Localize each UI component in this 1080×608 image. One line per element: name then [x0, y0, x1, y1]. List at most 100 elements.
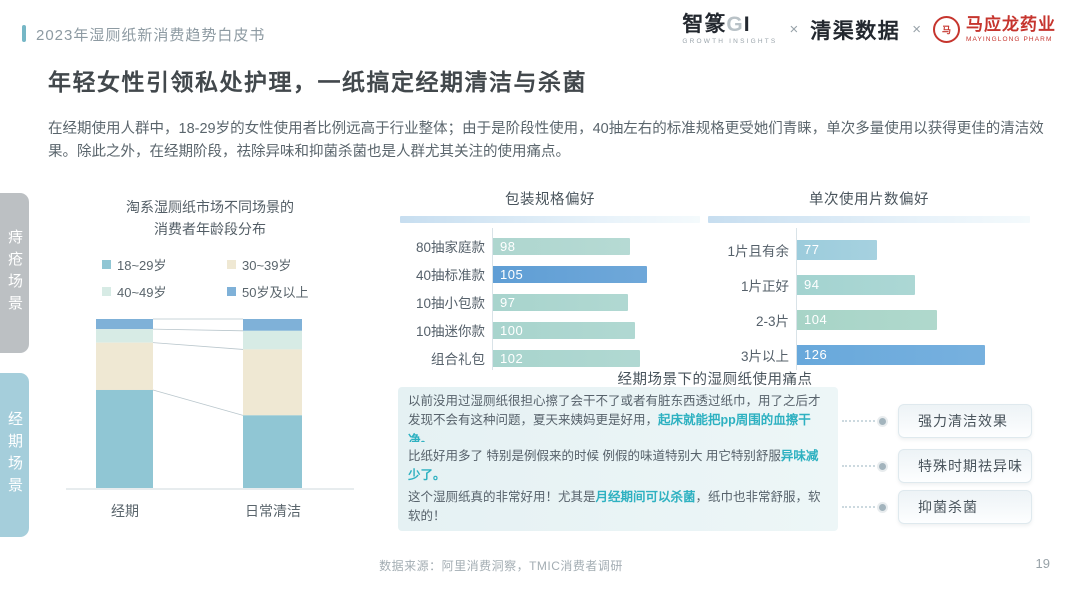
sidebar-tab-hemorrhoid-scene[interactable]: 痔疮场景: [0, 193, 29, 353]
legend-swatch: [227, 287, 236, 296]
age-distribution-chart: 淘系湿厕纸市场不同场景的 消费者年龄段分布 18~29岁 30~39岁 40~49岁…: [60, 196, 360, 526]
connector-line: [153, 390, 243, 415]
bar: 104: [796, 310, 937, 330]
sheets-per-use-chart: 单次使用片数偏好 1片且有余771片正好942-3片1043片以上126: [708, 188, 1030, 378]
dotted-connector: [842, 420, 875, 422]
page-title: 年轻女性引领私处护理，一纸搞定经期清洁与杀菌: [48, 63, 587, 97]
bar: 94: [796, 275, 915, 295]
bar-category-label: 2-3片: [708, 310, 796, 330]
stacked-segment-18~29岁: [96, 390, 153, 488]
legend-label: 40~49岁: [117, 282, 167, 301]
legend-swatch: [102, 287, 111, 296]
y-axis-line: [492, 228, 493, 370]
bar-value-label: 126: [796, 347, 827, 362]
multiply-separator-icon: ×: [789, 21, 798, 38]
intro-paragraph: 在经期使用人群中，18-29岁的女性使用者比例远高于行业整体；由于是阶段性使用，…: [48, 118, 1048, 165]
bar: 102: [492, 350, 640, 367]
chart-legend: 18~29岁 30~39岁 40~49岁 50岁及以上: [102, 255, 360, 301]
bar-category-label: 40抽标准款: [400, 264, 492, 284]
quote-text: 这个湿厕纸真的非常好用！尤其是: [408, 490, 596, 504]
painpoints-title: 经期场景下的湿厕纸使用痛点: [398, 368, 1032, 389]
chart-title: 包装规格偏好: [400, 188, 700, 209]
bar-rows: 80抽家庭款9840抽标准款10510抽小包款9710抽迷你款100组合礼包10…: [400, 232, 700, 372]
chart-title-line2: 消费者年龄段分布: [60, 218, 360, 240]
bar-value-label: 105: [492, 267, 523, 282]
legend-swatch: [227, 260, 236, 269]
qingqu-data-logo: 清渠数据: [810, 15, 900, 45]
bar-value-label: 97: [492, 295, 515, 310]
bar-row: 1片且有余77: [708, 232, 1030, 267]
dotted-connector: [842, 465, 875, 467]
bar-row: 10抽小包款97: [400, 288, 700, 316]
painpoints-section: 经期场景下的湿厕纸使用痛点 以前没用过湿厕纸很担心擦了会干不了或者有脏东西透过纸…: [398, 368, 1032, 532]
mayinglong-name: 马应龙药业: [966, 16, 1056, 35]
painpoint-row: 比纸好用多了 特别是例假来的时候 例假的味道特别大 用它特别舒服异味减少了。特殊…: [398, 453, 1032, 479]
chart-title-line1: 淘系湿厕纸市场不同场景的: [60, 196, 360, 218]
category-label-daily-clean: 日常清洁: [230, 501, 316, 521]
stacked-segment-40~49岁: [243, 331, 302, 350]
bar: 77: [796, 240, 877, 260]
legend-label: 30~39岁: [242, 255, 292, 274]
chart-title: 淘系湿厕纸市场不同场景的 消费者年龄段分布: [60, 196, 360, 241]
bar-row: 40抽标准款105: [400, 260, 700, 288]
sidebar-tab-period-scene[interactable]: 经期场景: [0, 373, 29, 537]
sidebar-tab-label: 经期场景: [4, 411, 25, 499]
legend-label: 50岁及以上: [242, 282, 308, 301]
chart-title: 单次使用片数偏好: [708, 188, 1030, 209]
brand-logos: 智篆GI GROWTH INSIGHTS × 清渠数据 × 马 马应龙药业 MA…: [682, 14, 1056, 45]
bar-row: 10抽迷你款100: [400, 316, 700, 344]
painpoint-label-badge: 强力清洁效果: [898, 404, 1032, 438]
bar: 98: [492, 238, 630, 255]
painpoint-label-badge: 特殊时期祛异味: [898, 449, 1032, 483]
quote-text: 比纸好用多了 特别是例假来的时候 例假的味道特别大 用它特别舒服: [408, 449, 781, 463]
stacked-segment-30~39岁: [96, 343, 153, 390]
bar-highlighted: 105: [492, 266, 647, 283]
legend-item: 50岁及以上: [227, 282, 360, 301]
legend-item: 40~49岁: [102, 282, 227, 301]
stacked-segment-40~49岁: [96, 329, 153, 343]
connector-dot-icon: [879, 463, 886, 470]
bar-value-label: 98: [492, 239, 515, 254]
gi-i-letter: I: [744, 13, 751, 36]
connector-line: [153, 343, 243, 350]
package-size-chart: 包装规格偏好 80抽家庭款9840抽标准款10510抽小包款9710抽迷你款10…: [400, 188, 700, 378]
bar-row: 2-3片104: [708, 302, 1030, 337]
bar-highlighted: 126: [796, 345, 985, 365]
bar-category-label: 80抽家庭款: [400, 236, 492, 256]
bar-category-label: 组合礼包: [400, 348, 492, 368]
painpoint-label-badge: 抑菌杀菌: [898, 490, 1032, 524]
document-title: 2023年湿厕纸新消费趋势白皮书: [36, 24, 265, 45]
bar-value-label: 102: [492, 351, 523, 366]
bar-category-label: 10抽迷你款: [400, 320, 492, 340]
legend-item: 18~29岁: [102, 255, 227, 274]
gi-g-letter: G: [726, 13, 743, 36]
painpoint-row: 以前没用过湿厕纸很担心擦了会干不了或者有脏东西透过纸巾，用了之后才发现不会有这种…: [398, 394, 1032, 448]
mayinglong-logo: 马 马应龙药业 MAYINGLONG PHARM: [933, 16, 1056, 43]
bar-rows: 1片且有余771片正好942-3片1043片以上126: [708, 232, 1030, 372]
stacked-segment-50岁及以上: [243, 319, 302, 331]
bar-value-label: 104: [796, 312, 827, 327]
y-axis-line: [796, 228, 797, 370]
bar-row: 3片以上126: [708, 337, 1030, 372]
stacked-segment-50岁及以上: [96, 319, 153, 329]
bar-value-label: 100: [492, 323, 523, 338]
mayinglong-seal-icon: 马: [933, 16, 960, 43]
connector-dot-icon: [879, 418, 886, 425]
stacked-bar-plot: [60, 308, 360, 498]
mayinglong-subtext: MAYINGLONG PHARM: [966, 36, 1056, 43]
chart-header-band: [400, 216, 700, 223]
data-source-note: 数据来源：阿里消费洞察，TMIC消费者调研: [0, 557, 1002, 574]
category-label-period: 经期: [96, 501, 154, 521]
header-accent-bar: [22, 25, 26, 42]
bar: 100: [492, 322, 635, 339]
bar-value-label: 94: [796, 277, 819, 292]
legend-label: 18~29岁: [117, 255, 167, 274]
legend-item: 30~39岁: [227, 255, 360, 274]
stacked-segment-18~29岁: [243, 415, 302, 488]
bar-category-label: 10抽小包款: [400, 292, 492, 312]
painpoint-row: 这个湿厕纸真的非常好用！尤其是月经期间可以杀菌，纸巾也非常舒服，软软的！抑菌杀菌: [398, 493, 1032, 521]
bar-row: 80抽家庭款98: [400, 232, 700, 260]
zhizhuan-gi-logo: 智篆GI GROWTH INSIGHTS: [682, 14, 777, 45]
multiply-separator-icon: ×: [912, 21, 921, 38]
stacked-segment-30~39岁: [243, 349, 302, 415]
